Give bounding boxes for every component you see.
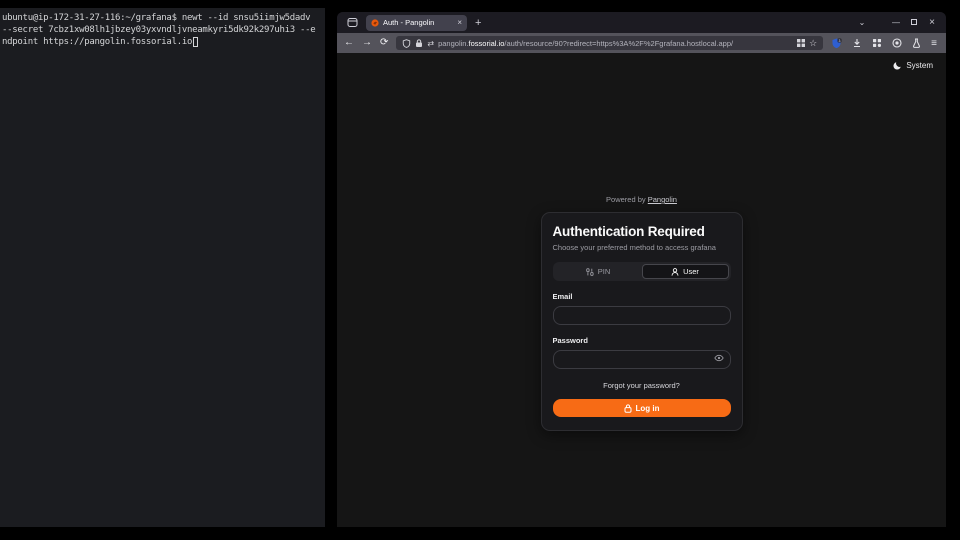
tracking-protection-shield-icon[interactable] xyxy=(402,39,411,48)
email-label: Email xyxy=(553,292,731,301)
email-field[interactable] xyxy=(553,306,731,325)
terminal-cursor xyxy=(193,37,198,47)
grid-squares-icon[interactable] xyxy=(797,39,805,47)
pangolin-link[interactable]: Pangolin xyxy=(648,195,677,204)
forgot-password-link[interactable]: Forgot your password? xyxy=(553,381,731,390)
pangolin-favicon xyxy=(371,19,379,27)
browser-toolbar: ← → ⟳ ⇄ pangolin.fossorial.io/auth/resou… xyxy=(337,33,946,53)
binary-icon xyxy=(586,268,594,276)
flask-icon[interactable] xyxy=(912,38,921,48)
tab-title: Auth - Pangolin xyxy=(383,18,453,27)
forward-button[interactable]: → xyxy=(362,38,372,48)
bookmark-star-icon[interactable]: ☆ xyxy=(809,38,817,49)
url-path: /auth/resource/90?redirect=https%3A%2F%2… xyxy=(504,39,733,48)
auth-card: Authentication Required Choose your pref… xyxy=(541,212,743,431)
tab-auth-pangolin[interactable]: Auth - Pangolin × xyxy=(366,15,467,31)
maximize-button[interactable] xyxy=(906,18,922,27)
card-title: Authentication Required xyxy=(553,224,731,239)
firefox-view-icon[interactable] xyxy=(347,17,358,28)
tab-list-chevron-icon[interactable]: ⌄ xyxy=(854,18,870,27)
tab-pin-label: PIN xyxy=(598,267,611,276)
moon-icon xyxy=(893,61,902,70)
auth-method-tabs: PIN User xyxy=(553,262,731,281)
tab-user-label: User xyxy=(683,267,699,276)
terminal-panel[interactable]: ubuntu@ip-172-31-27-116:~/grafana$ newt … xyxy=(0,8,325,527)
maximize-icon xyxy=(911,19,917,25)
terminal-line: ubuntu@ip-172-31-27-116:~/grafana$ newt … xyxy=(2,12,323,24)
ublock-shield-icon[interactable]: 3 xyxy=(831,38,842,49)
theme-label: System xyxy=(906,61,933,70)
url-text[interactable]: pangolin.fossorial.io/auth/resource/90?r… xyxy=(438,39,793,48)
tab-pin[interactable]: PIN xyxy=(555,264,642,279)
hamburger-menu-icon[interactable]: ≡ xyxy=(931,38,937,49)
close-window-button[interactable]: × xyxy=(924,17,940,28)
url-bar[interactable]: ⇄ pangolin.fossorial.io/auth/resource/90… xyxy=(396,36,823,50)
tab-user[interactable]: User xyxy=(642,264,729,279)
theme-toggle[interactable]: System xyxy=(893,61,933,70)
new-tab-button[interactable]: + xyxy=(475,17,481,29)
tab-close-icon[interactable]: × xyxy=(457,18,462,27)
record-circle-icon[interactable] xyxy=(892,38,902,48)
minimize-button[interactable]: — xyxy=(888,18,904,27)
back-button[interactable]: ← xyxy=(344,38,354,48)
browser-window: Auth - Pangolin × + ⌄ — × ← → ⟳ ⇄ pangol… xyxy=(337,12,946,527)
url-domain: fossorial.io xyxy=(469,39,505,48)
page-content: System Powered by Pangolin Authenticatio… xyxy=(337,53,946,527)
lock-icon[interactable] xyxy=(415,39,423,48)
user-icon xyxy=(671,268,679,276)
terminal-line: --secret 7cbz1xw08lh1jbzey03yxvndljvneam… xyxy=(2,24,323,36)
login-button[interactable]: Log in xyxy=(553,399,731,417)
powered-by: Powered by Pangolin xyxy=(541,195,743,204)
terminal-line: ndpoint https://pangolin.fossorial.io xyxy=(2,36,323,48)
download-icon[interactable] xyxy=(852,38,862,48)
password-label: Password xyxy=(553,336,731,345)
url-subdomain: pangolin. xyxy=(438,39,468,48)
auth-column: Powered by Pangolin Authentication Requi… xyxy=(541,195,743,431)
eye-icon[interactable] xyxy=(714,354,724,362)
svg-text:3: 3 xyxy=(839,38,841,42)
toolbar-extension-icons: 3 ≡ xyxy=(831,38,937,49)
reload-button[interactable]: ⟳ xyxy=(380,38,388,48)
login-button-label: Log in xyxy=(636,404,660,413)
tab-bar: Auth - Pangolin × + ⌄ — × xyxy=(337,12,946,33)
swap-arrows-icon[interactable]: ⇄ xyxy=(427,39,434,48)
password-field[interactable] xyxy=(553,350,731,369)
card-subtitle: Choose your preferred method to access g… xyxy=(553,243,731,252)
extensions-icon[interactable] xyxy=(872,38,882,48)
login-lock-icon xyxy=(624,404,632,413)
